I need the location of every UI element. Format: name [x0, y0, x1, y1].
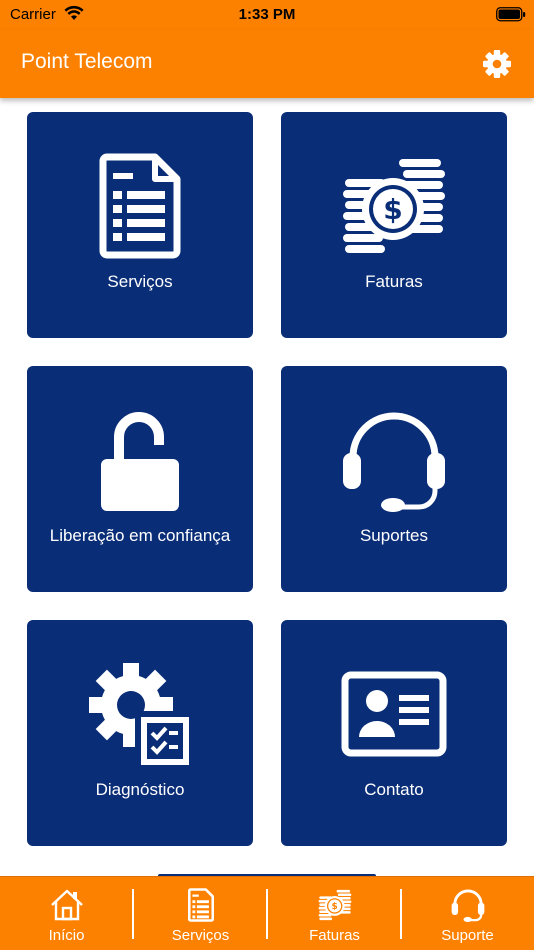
tile-diagnostico[interactable]: Diagnóstico [27, 620, 253, 846]
gear-checklist-icon [89, 663, 193, 767]
tile-label: Serviços [107, 272, 173, 291]
coins-dollar-icon: $ [343, 159, 445, 253]
tile-contato[interactable]: Contato [281, 620, 507, 846]
tab-label: Início [48, 927, 85, 944]
tab-label: Serviços [171, 927, 230, 944]
headset-icon [451, 889, 484, 922]
app-title: Point Telecom [21, 50, 153, 73]
document-list-icon [99, 153, 181, 259]
tile-label: Liberação em confiança [49, 526, 231, 545]
contact-card-icon [341, 671, 447, 757]
tile-label: Faturas [365, 272, 423, 291]
app-header: Point Telecom [0, 30, 534, 98]
tab-label: Suporte [441, 927, 494, 944]
tile-label: Suportes [359, 526, 429, 545]
home-icon [50, 889, 83, 921]
clock: 1:33 PM [238, 6, 296, 23]
svg-text:$: $ [331, 902, 337, 912]
document-list-icon [187, 888, 214, 922]
tile-liberacao[interactable]: Liberação em confiança [27, 366, 253, 592]
tab-servicos[interactable]: Serviços [134, 877, 267, 950]
tab-bar: Início Serviços $ Faturas Suporte [0, 876, 534, 950]
unlocked-padlock-icon [101, 412, 179, 511]
tab-suporte[interactable]: Suporte [401, 877, 534, 950]
settings-button[interactable] [482, 49, 512, 79]
tile-suportes[interactable]: Suportes [281, 366, 507, 592]
status-bar: Carrier 1:33 PM [0, 0, 534, 30]
svg-text:$: $ [383, 193, 402, 226]
gear-icon [483, 50, 511, 78]
tab-inicio[interactable]: Início [0, 877, 133, 950]
tab-label: Faturas [309, 927, 360, 944]
tile-servicos[interactable]: Serviços [27, 112, 253, 338]
headset-icon [343, 412, 445, 512]
tile-label: Contato [364, 780, 424, 799]
coins-dollar-icon: $ [318, 889, 351, 921]
tile-faturas[interactable]: $ Faturas [281, 112, 507, 338]
battery-icon [496, 7, 526, 22]
tab-faturas[interactable]: $ Faturas [268, 877, 401, 950]
tile-label: Diagnóstico [95, 780, 185, 799]
